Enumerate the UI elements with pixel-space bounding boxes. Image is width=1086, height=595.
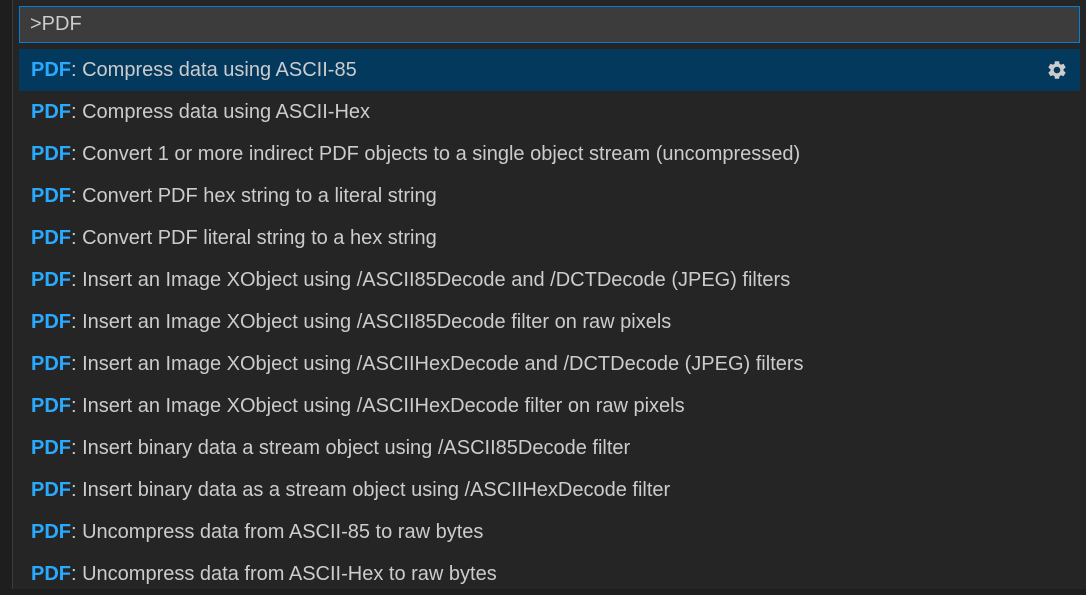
command-prefix: PDF [31, 307, 71, 337]
command-prefix: PDF [31, 475, 71, 505]
command-description: : Uncompress data from ASCII-Hex to raw … [71, 559, 497, 589]
command-prefix: PDF [31, 139, 71, 169]
command-item[interactable]: PDF: Insert an Image XObject using /ASCI… [19, 301, 1080, 343]
command-description: : Convert PDF hex string to a literal st… [71, 181, 437, 211]
command-prefix: PDF [31, 265, 71, 295]
command-label: PDF: Convert PDF hex string to a literal… [31, 181, 437, 211]
command-item[interactable]: PDF: Insert an Image XObject using /ASCI… [19, 385, 1080, 427]
command-prefix: PDF [31, 517, 71, 547]
results-list: PDF: Compress data using ASCII-85PDF: Co… [13, 49, 1086, 595]
command-description: : Insert an Image XObject using /ASCIIHe… [71, 391, 685, 421]
command-description: : Insert an Image XObject using /ASCII85… [71, 265, 790, 295]
command-item[interactable]: PDF: Compress data using ASCII-Hex [19, 91, 1080, 133]
command-item[interactable]: PDF: Compress data using ASCII-85 [19, 49, 1080, 91]
command-item[interactable]: PDF: Convert 1 or more indirect PDF obje… [19, 133, 1080, 175]
input-container [13, 0, 1086, 49]
command-description: : Insert an Image XObject using /ASCII85… [71, 307, 671, 337]
command-prefix: PDF [31, 55, 71, 85]
command-description: : Insert binary data as a stream object … [71, 475, 670, 505]
command-item[interactable]: PDF: Convert PDF literal string to a hex… [19, 217, 1080, 259]
command-description: : Convert 1 or more indirect PDF objects… [71, 139, 800, 169]
editor-gutter [0, 0, 12, 589]
command-prefix: PDF [31, 559, 71, 589]
command-prefix: PDF [31, 181, 71, 211]
command-label: PDF: Uncompress data from ASCII-Hex to r… [31, 559, 497, 589]
command-description: : Compress data using ASCII-Hex [71, 97, 370, 127]
command-palette: PDF: Compress data using ASCII-85PDF: Co… [12, 0, 1086, 589]
command-label: PDF: Insert an Image XObject using /ASCI… [31, 349, 804, 379]
command-label: PDF: Insert an Image XObject using /ASCI… [31, 391, 685, 421]
command-label: PDF: Uncompress data from ASCII-85 to ra… [31, 517, 483, 547]
command-item[interactable]: PDF: Insert an Image XObject using /ASCI… [19, 343, 1080, 385]
gear-icon[interactable] [1046, 59, 1068, 81]
command-label: PDF: Compress data using ASCII-Hex [31, 97, 370, 127]
command-label: PDF: Convert PDF literal string to a hex… [31, 223, 437, 253]
command-prefix: PDF [31, 433, 71, 463]
command-prefix: PDF [31, 223, 71, 253]
command-item[interactable]: PDF: Convert PDF hex string to a literal… [19, 175, 1080, 217]
command-description: : Insert binary data a stream object usi… [71, 433, 630, 463]
command-description: : Compress data using ASCII-85 [71, 55, 357, 85]
command-prefix: PDF [31, 349, 71, 379]
command-item[interactable]: PDF: Insert binary data a stream object … [19, 427, 1080, 469]
command-description: : Insert an Image XObject using /ASCIIHe… [71, 349, 804, 379]
command-description: : Convert PDF literal string to a hex st… [71, 223, 437, 253]
command-label: PDF: Convert 1 or more indirect PDF obje… [31, 139, 800, 169]
command-description: : Uncompress data from ASCII-85 to raw b… [71, 517, 483, 547]
command-item[interactable]: PDF: Insert an Image XObject using /ASCI… [19, 259, 1080, 301]
command-item[interactable]: PDF: Uncompress data from ASCII-85 to ra… [19, 511, 1080, 553]
command-prefix: PDF [31, 391, 71, 421]
command-label: PDF: Compress data using ASCII-85 [31, 55, 357, 85]
command-item[interactable]: PDF: Insert binary data as a stream obje… [19, 469, 1080, 511]
command-label: PDF: Insert an Image XObject using /ASCI… [31, 265, 790, 295]
command-input[interactable] [19, 6, 1080, 43]
command-prefix: PDF [31, 97, 71, 127]
command-label: PDF: Insert binary data as a stream obje… [31, 475, 670, 505]
command-label: PDF: Insert binary data a stream object … [31, 433, 630, 463]
command-label: PDF: Insert an Image XObject using /ASCI… [31, 307, 671, 337]
